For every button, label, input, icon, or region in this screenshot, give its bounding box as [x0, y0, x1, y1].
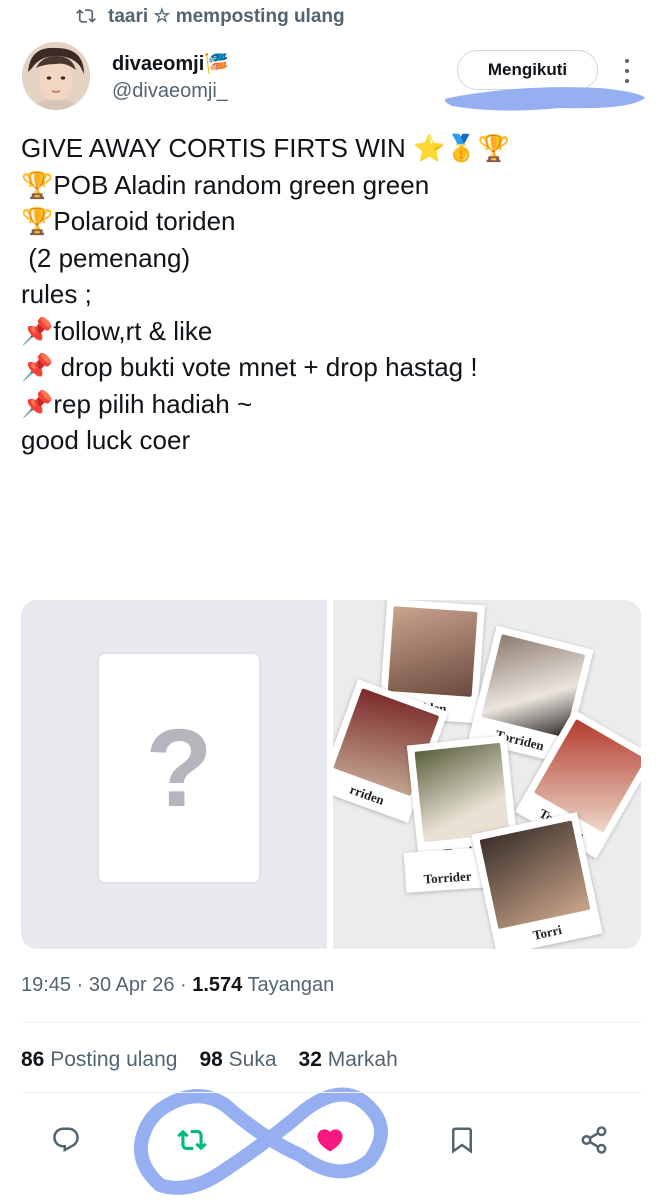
bookmark-icon[interactable]: [444, 1122, 480, 1158]
avatar[interactable]: [22, 42, 90, 110]
tweet-line: rules ;: [21, 279, 92, 309]
media-image-polaroids[interactable]: rriden Torriden rriden Torriden Torriden…: [333, 600, 641, 949]
question-mark: ?: [145, 706, 213, 830]
author-name-emoji: 🎏: [204, 53, 230, 75]
tweet-line: 📌follow,rt & like: [21, 315, 213, 346]
following-button[interactable]: Mengikuti: [457, 50, 598, 90]
tweet-stats: 86 Posting ulang 98 Suka 32 Markah: [21, 1048, 398, 1072]
reply-icon[interactable]: [48, 1122, 84, 1158]
action-bar: [0, 1110, 661, 1170]
bookmarks-stat[interactable]: 32 Markah: [299, 1048, 398, 1072]
author-name[interactable]: divaeomji🎏: [112, 51, 229, 76]
tweet-line: GIVE AWAY CORTIS FIRTS WIN ⭐🥇🏆: [21, 133, 511, 163]
tweet-time[interactable]: 19:45: [21, 974, 71, 996]
tweet-date[interactable]: 30 Apr 26: [89, 974, 175, 996]
reposted-by[interactable]: taari ☆ memposting ulang: [76, 5, 345, 27]
reposts-stat[interactable]: 86 Posting ulang: [21, 1048, 177, 1072]
tweet-text: GIVE AWAY CORTIS FIRTS WIN ⭐🥇🏆 🏆POB Alad…: [21, 130, 641, 459]
media-image-placeholder[interactable]: ?: [21, 600, 327, 949]
tweet-line: good luck coer: [21, 425, 191, 455]
mystery-card: ?: [99, 654, 259, 882]
share-icon[interactable]: [576, 1122, 612, 1158]
views-count: 1.574: [192, 974, 243, 996]
retweet-icon[interactable]: [174, 1122, 210, 1158]
likes-stat[interactable]: 98 Suka: [199, 1048, 276, 1072]
divider: [21, 1022, 641, 1023]
views-label: Tayangan: [247, 974, 335, 996]
tweet-meta: 19:45 · 30 Apr 26 · 1.574 Tayangan: [21, 974, 335, 996]
repost-text: taari ☆ memposting ulang: [108, 5, 345, 27]
tweet-line: (2 pemenang): [21, 242, 191, 273]
tweet-line: 📌 drop bukti vote mnet + drop hastag !: [21, 352, 478, 382]
tweet-line: 🏆POB Aladin random green green: [21, 169, 430, 200]
repost-icon: [76, 9, 96, 23]
more-icon[interactable]: [618, 56, 636, 86]
tweet-line: 📌rep pilih hadiah ~: [21, 388, 253, 419]
media-grid: ? rriden Torriden rriden Torriden Torrid…: [21, 600, 641, 949]
tweet-line: 🏆Polaroid toriden: [21, 206, 236, 236]
divider: [21, 1092, 641, 1093]
author-handle[interactable]: @divaeomji_: [112, 80, 228, 103]
like-icon[interactable]: [312, 1122, 348, 1158]
